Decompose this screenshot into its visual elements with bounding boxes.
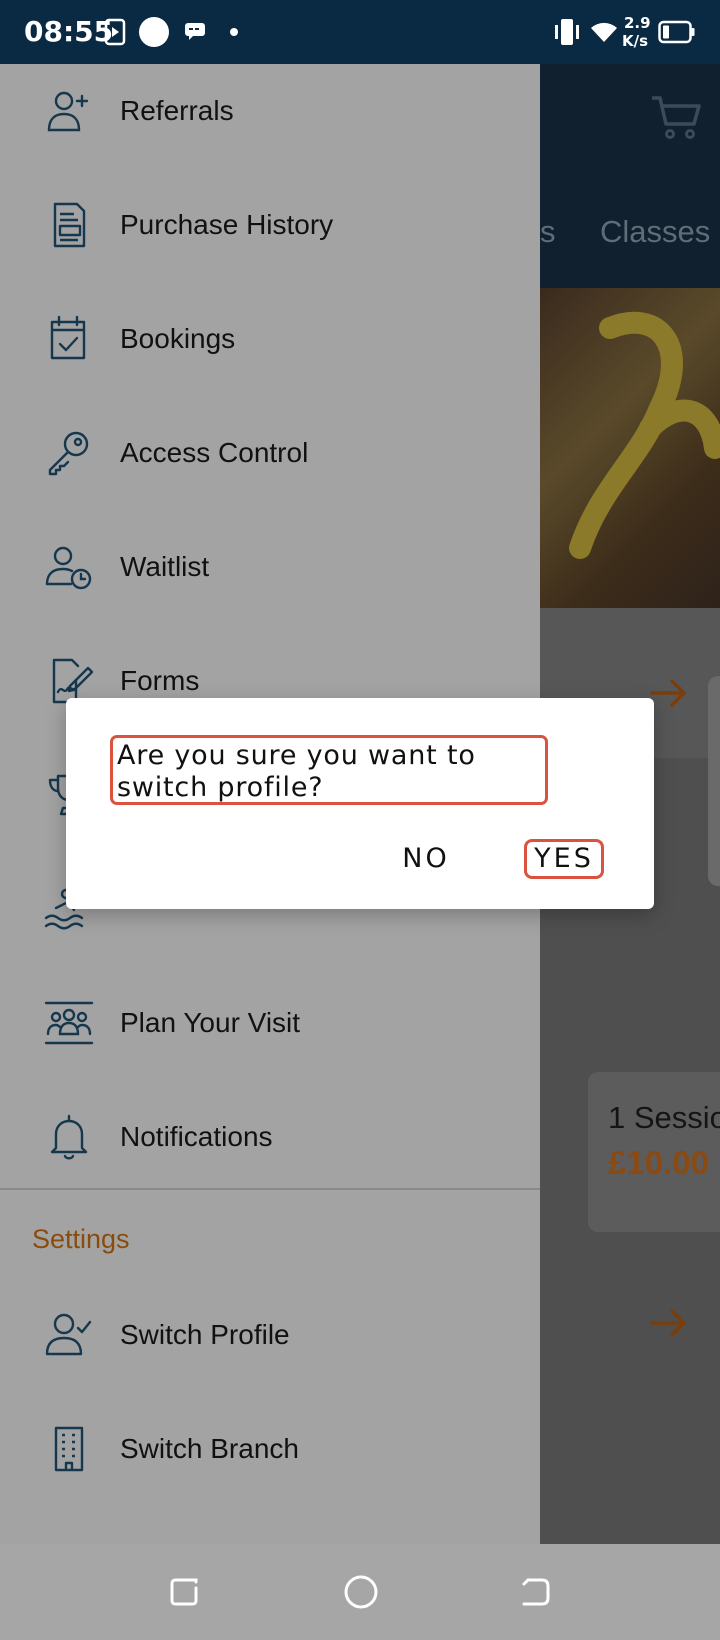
- menu-label-notifications: Notifications: [120, 1121, 273, 1152]
- menu-item-switch-branch[interactable]: Switch Branch: [0, 1405, 540, 1495]
- switch-profile-dialog: Are you sure you want to switch profile?…: [66, 698, 654, 909]
- menu-label-switch-profile: Switch Profile: [120, 1319, 290, 1350]
- circle-notification-icon: [139, 17, 169, 47]
- side-card: [708, 676, 720, 886]
- menu-label-forms: Forms: [120, 665, 200, 696]
- menu-label-referrals: Referrals: [120, 95, 234, 126]
- bell-icon: [50, 1114, 88, 1160]
- price-card-title: 1 Sessio: [608, 1100, 720, 1135]
- yes-button[interactable]: YES: [524, 839, 604, 879]
- wifi-icon: [591, 22, 617, 42]
- menu-item-waitlist[interactable]: Waitlist: [0, 523, 540, 613]
- status-bar: 08:55 2.9 K/s: [0, 0, 720, 64]
- arrow-right-icon-2[interactable]: [650, 1308, 688, 1338]
- menu-item-notifications[interactable]: Notifications: [0, 1093, 540, 1183]
- dialog-message: Are you sure you want to switch profile?: [110, 735, 548, 805]
- menu-label-plan-your-visit: Plan Your Visit: [120, 1007, 301, 1038]
- back-icon[interactable]: [518, 1574, 554, 1610]
- calendar-check-icon: [50, 315, 86, 360]
- network-speed-unit: K/s: [622, 32, 649, 50]
- user-check-icon: [45, 1313, 92, 1356]
- menu-label-bookings: Bookings: [120, 323, 236, 354]
- menu-item-switch-profile[interactable]: Switch Profile: [0, 1291, 540, 1381]
- menu-item-access-control[interactable]: Access Control: [0, 409, 540, 499]
- vibrate-icon: [555, 19, 579, 45]
- building-icon: [54, 1426, 84, 1472]
- message-icon: [185, 23, 205, 40]
- menu-label-switch-branch: Switch Branch: [120, 1433, 299, 1464]
- key-icon: [48, 431, 89, 476]
- media-play-icon: [104, 18, 126, 46]
- menu-item-bookings[interactable]: Bookings: [0, 295, 540, 385]
- drawer-divider: [0, 1188, 540, 1190]
- hero-lettering: [569, 311, 720, 559]
- menu-item-referrals[interactable]: Referrals: [0, 67, 540, 157]
- price-card[interactable]: 1 Sessio £10.00: [588, 1072, 720, 1232]
- battery-icon: [658, 20, 695, 44]
- settings-section-title: Settings: [32, 1224, 130, 1254]
- app-header: s Classes: [540, 64, 720, 288]
- receipt-icon: [53, 202, 86, 248]
- hero-image: [540, 288, 720, 608]
- menu-item-plan-your-visit[interactable]: Plan Your Visit: [0, 979, 540, 1069]
- tab-classes[interactable]: Classes: [600, 214, 710, 250]
- group-icon: [44, 1001, 94, 1045]
- system-nav-bar: [0, 1544, 720, 1640]
- home-icon[interactable]: [342, 1573, 380, 1611]
- user-clock-icon: [45, 546, 92, 590]
- no-button[interactable]: NO: [386, 839, 466, 879]
- tab-partial[interactable]: s: [540, 214, 556, 250]
- recents-icon[interactable]: [166, 1574, 202, 1610]
- menu-item-purchase-history[interactable]: Purchase History: [0, 181, 540, 271]
- user-plus-icon: [47, 91, 89, 132]
- network-speed-value: 2.9: [624, 14, 651, 32]
- menu-label-waitlist: Waitlist: [120, 551, 210, 582]
- arrow-right-icon[interactable]: [650, 678, 688, 708]
- menu-label-access-control: Access Control: [120, 437, 309, 468]
- price-card-price: £10.00: [608, 1144, 709, 1181]
- status-time: 08:55: [24, 15, 114, 48]
- dot-icon: [230, 28, 238, 36]
- cart-icon[interactable]: [650, 94, 702, 140]
- menu-label-purchase-history: Purchase History: [120, 209, 334, 240]
